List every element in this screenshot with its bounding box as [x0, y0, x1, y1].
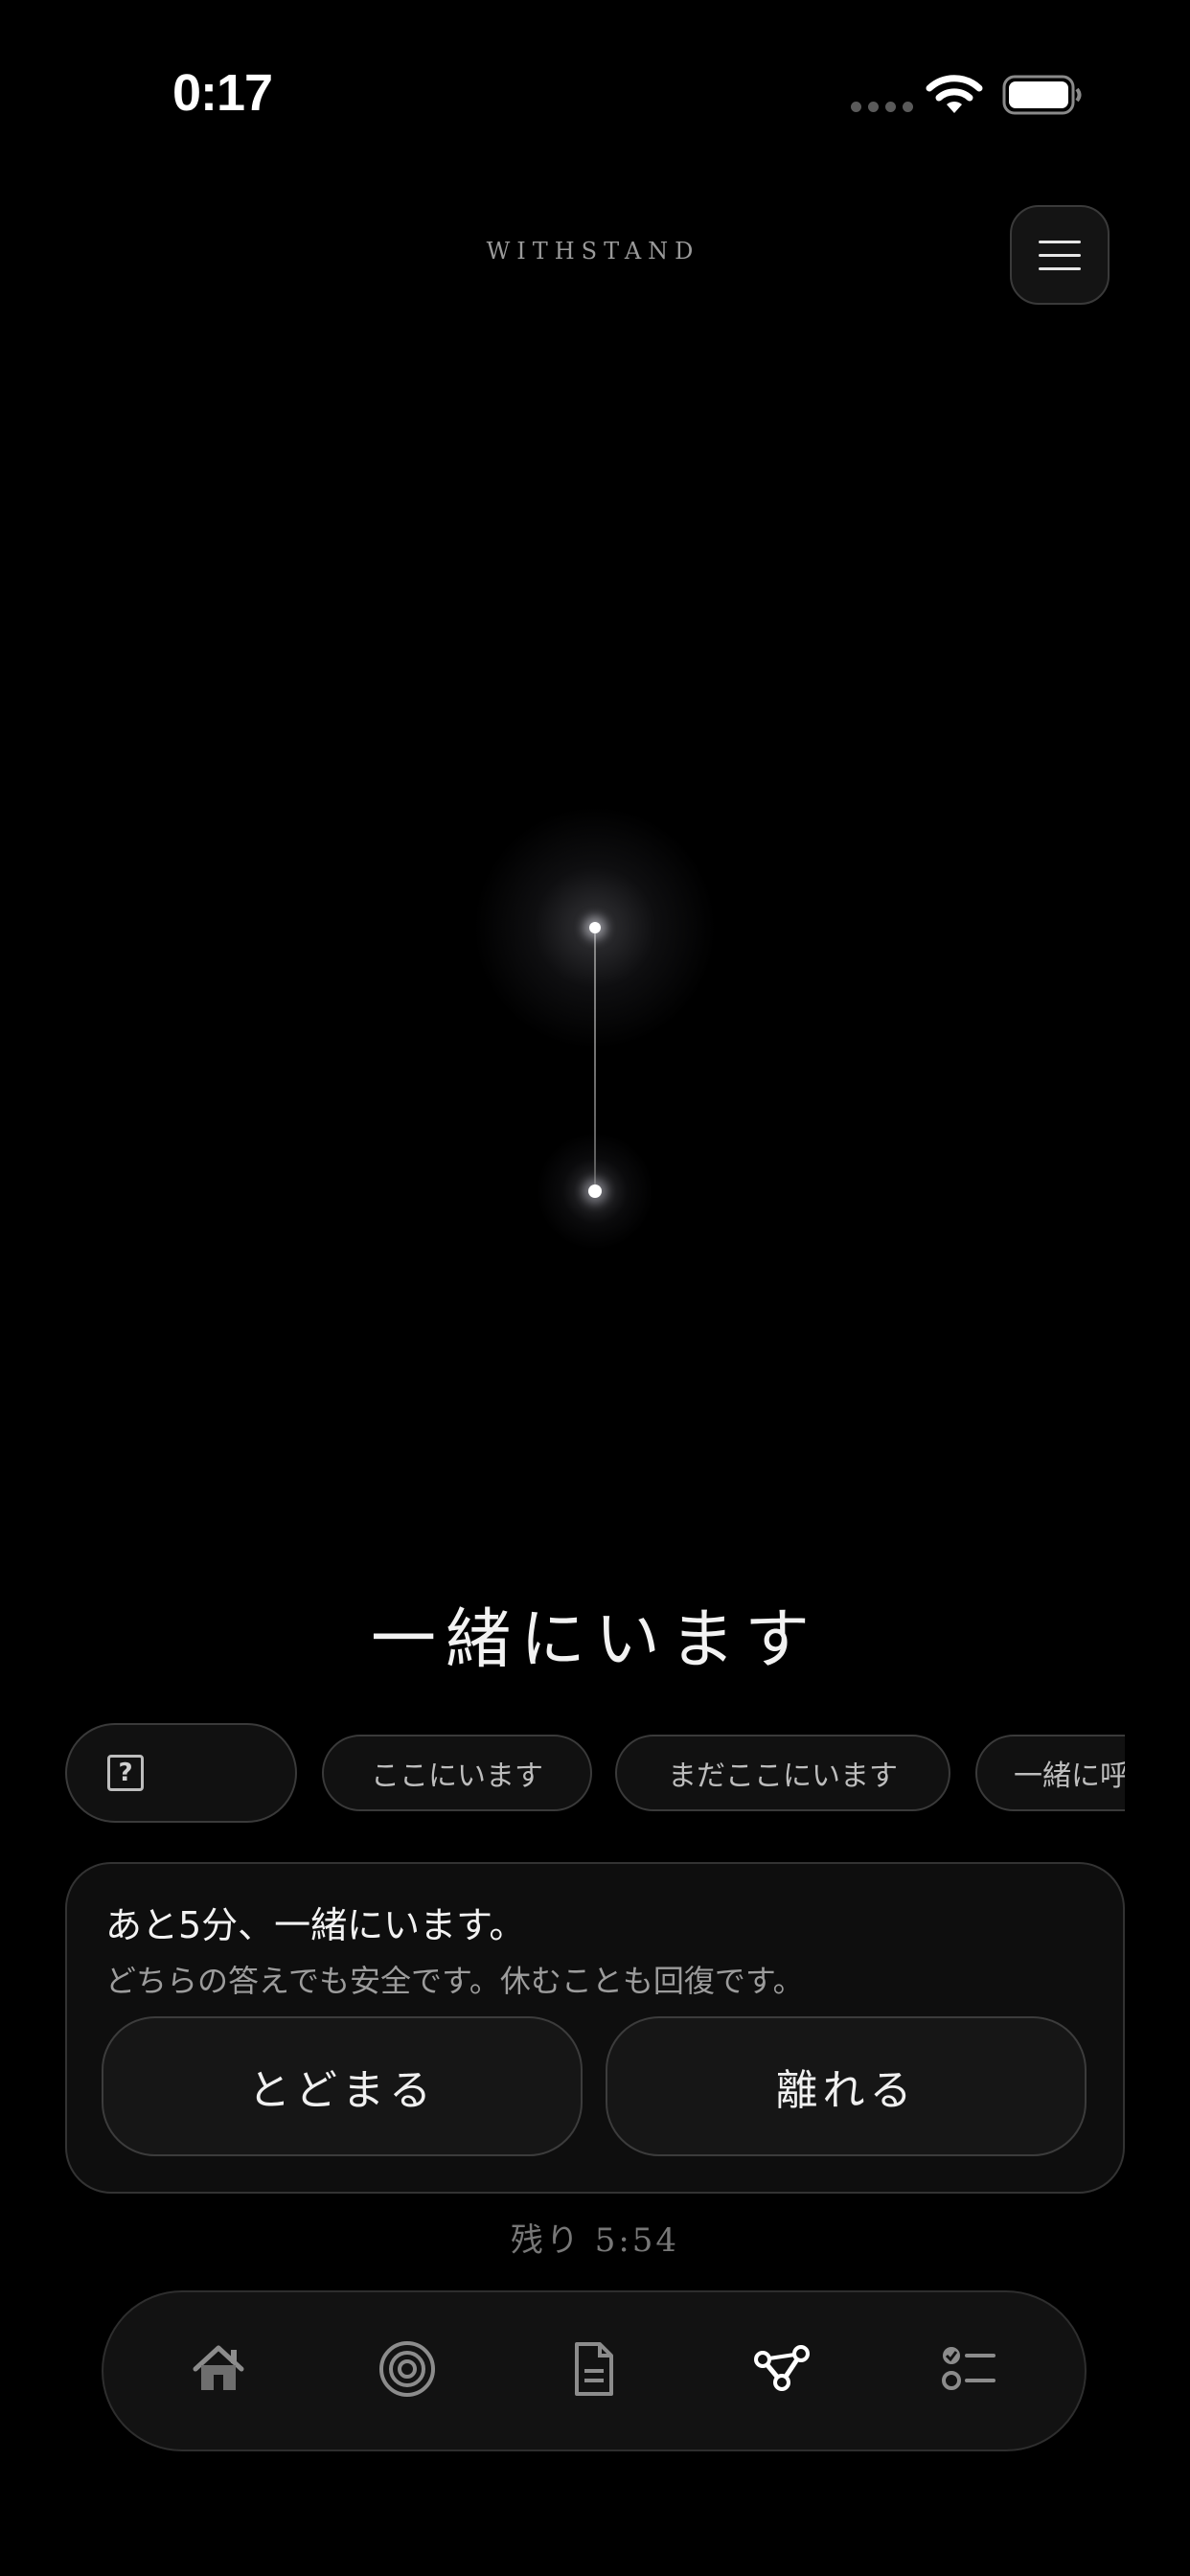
wifi-icon: [926, 75, 983, 113]
tab-notes[interactable]: [556, 2331, 632, 2407]
star-node-bottom: [588, 1184, 602, 1198]
page-title: 一緒にいます: [370, 1602, 819, 1678]
card-subtitle: どちらの答えでも安全です。休むことも回復です。: [105, 1963, 804, 1999]
battery-icon: [1002, 75, 1082, 115]
chip-together[interactable]: 一緒に呼: [975, 1735, 1125, 1811]
chip-still-here[interactable]: まだここにいます: [615, 1735, 950, 1811]
stay-button[interactable]: とどまる: [102, 2016, 583, 2156]
checklist-icon: [942, 2347, 995, 2390]
connections-icon: [754, 2345, 810, 2391]
tab-checklist[interactable]: [930, 2331, 1007, 2407]
leave-button[interactable]: 離れる: [606, 2016, 1087, 2156]
card-title: あと5分、一緒にいます。: [105, 1904, 526, 1946]
cellular-signal-icon: [851, 102, 913, 112]
status-time: 0:17: [172, 64, 273, 122]
hamburger-menu-icon: [1039, 240, 1081, 243]
star-connection-line: [594, 926, 596, 1190]
chip-here[interactable]: ここにいます: [322, 1735, 592, 1811]
remaining-timer: 残り 5:54: [510, 2221, 680, 2260]
tab-home[interactable]: [180, 2331, 257, 2407]
menu-button[interactable]: [1010, 205, 1110, 305]
help-chip[interactable]: ?: [65, 1723, 297, 1823]
question-box-icon: ?: [107, 1755, 144, 1791]
tab-focus[interactable]: [369, 2331, 446, 2407]
target-icon: [379, 2341, 435, 2397]
quick-reply-chips: ? ここにいます まだここにいます 一緒に呼: [65, 1723, 1125, 1823]
document-icon: [575, 2342, 613, 2396]
app-brand: WITHSTAND: [486, 238, 700, 264]
star-node-top: [589, 922, 601, 933]
tab-connections[interactable]: [744, 2331, 820, 2407]
home-icon: [193, 2345, 244, 2390]
